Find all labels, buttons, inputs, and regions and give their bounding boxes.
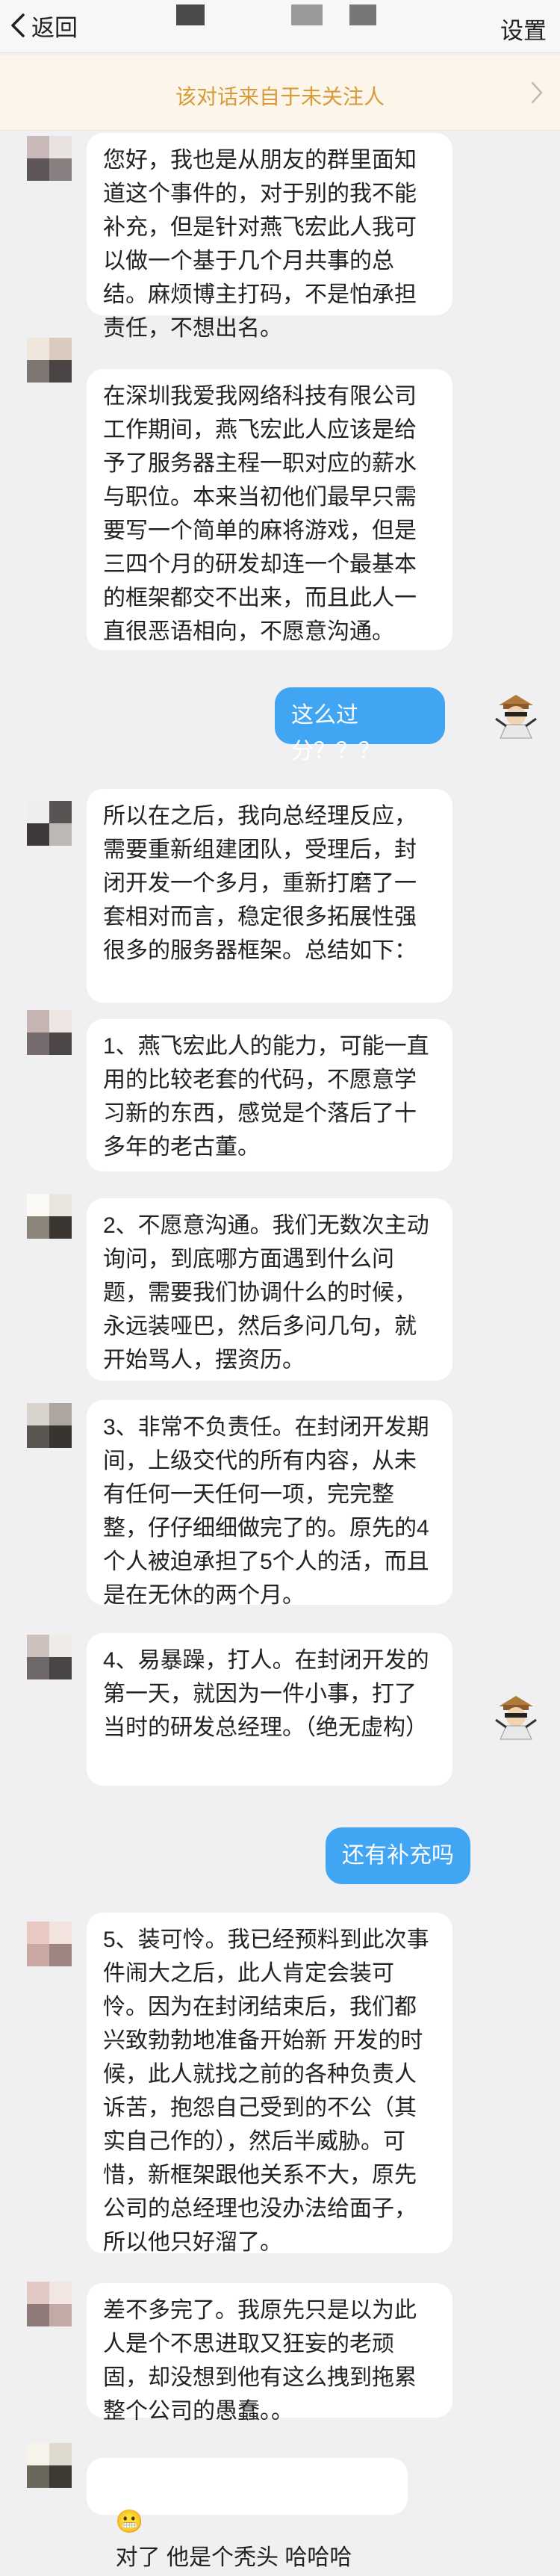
incoming-message-bubble[interactable]: 差不多完了。我原先只是以为此人是个不思进取又狂妄的老顽固，却没想到他有这么拽到拖…	[87, 2283, 452, 2424]
conversation-title-mosaic	[176, 4, 205, 25]
sender-avatar[interactable]	[27, 136, 72, 181]
conversation-title-mosaic	[349, 4, 376, 25]
user-avatar[interactable]	[490, 689, 542, 741]
sender-avatar[interactable]	[27, 801, 72, 846]
grimace-emoji-icon: 😬	[115, 2510, 144, 2534]
incoming-message-bubble[interactable]: 2、不愿意沟通。我们无数次主动询问，到底哪方面遇到什么问题，需要我们协调什么的时…	[87, 1198, 452, 1381]
outgoing-message-bubble[interactable]: 这么过分？？？	[275, 687, 445, 764]
message-text: 对了 他是个秃头 哈哈哈	[115, 2545, 352, 2570]
incoming-message-bubble[interactable]: 😬 对了 他是个秃头 哈哈哈	[87, 2458, 408, 2570]
chevron-right-icon	[531, 81, 543, 104]
incoming-message-bubble[interactable]: 4、易暴躁，打人。在封闭开发的第一天，就因为一件小事，打了当时的研发总经理。（绝…	[87, 1633, 452, 1786]
sender-avatar[interactable]	[27, 1635, 72, 1679]
outgoing-message-bubble[interactable]: 还有补充吗	[326, 1827, 470, 1884]
chevron-left-icon	[11, 13, 25, 37]
unfollowed-notice-bar[interactable]: 该对话来自于未关注人	[0, 55, 560, 131]
user-avatar[interactable]	[490, 1690, 542, 1742]
sender-avatar[interactable]	[27, 1010, 72, 1055]
sender-avatar[interactable]	[27, 2282, 72, 2326]
incoming-message-bubble[interactable]: 您好，我也是从朋友的群里面知道这个事件的，对于别的我不能补充，但是针对燕飞宏此人…	[87, 133, 452, 341]
settings-button[interactable]: 设置	[500, 12, 547, 46]
sender-avatar[interactable]	[27, 338, 72, 383]
back-label: 返回	[31, 14, 78, 41]
sender-avatar[interactable]	[27, 1403, 72, 1448]
top-bar: 返回 设置	[0, 0, 560, 53]
incoming-message-bubble[interactable]: 1、燕飞宏此人的能力，可能一直用的比较老套的代码，不愿意学习新的东西，感觉是个落…	[87, 1019, 452, 1171]
sender-avatar[interactable]	[27, 1922, 72, 1966]
incoming-message-bubble[interactable]: 所以在之后，我向总经理反应，需要重新组建团队，受理后，封闭开发一个多月，重新打磨…	[87, 789, 452, 1003]
incoming-message-bubble[interactable]: 在深圳我爱我网络科技有限公司工作期间，燕飞宏此人应该是给予了服务器主程一职对应的…	[87, 369, 452, 650]
conversation-title-mosaic	[291, 4, 323, 25]
notice-text: 该对话来自于未关注人	[175, 85, 385, 108]
sender-avatar[interactable]	[27, 1194, 72, 1239]
back-button[interactable]: 返回	[9, 10, 78, 41]
sender-avatar[interactable]	[27, 2443, 72, 2488]
incoming-message-bubble[interactable]: 3、非常不负责任。在封闭开发期间，上级交代的所有内容，从未有任何一天任何一项，完…	[87, 1400, 452, 1608]
incoming-message-bubble[interactable]: 5、装可怜。我已经预料到此次事件闹大之后，此人肯定会装可怜。因为在封闭结束后，我…	[87, 1913, 452, 2255]
